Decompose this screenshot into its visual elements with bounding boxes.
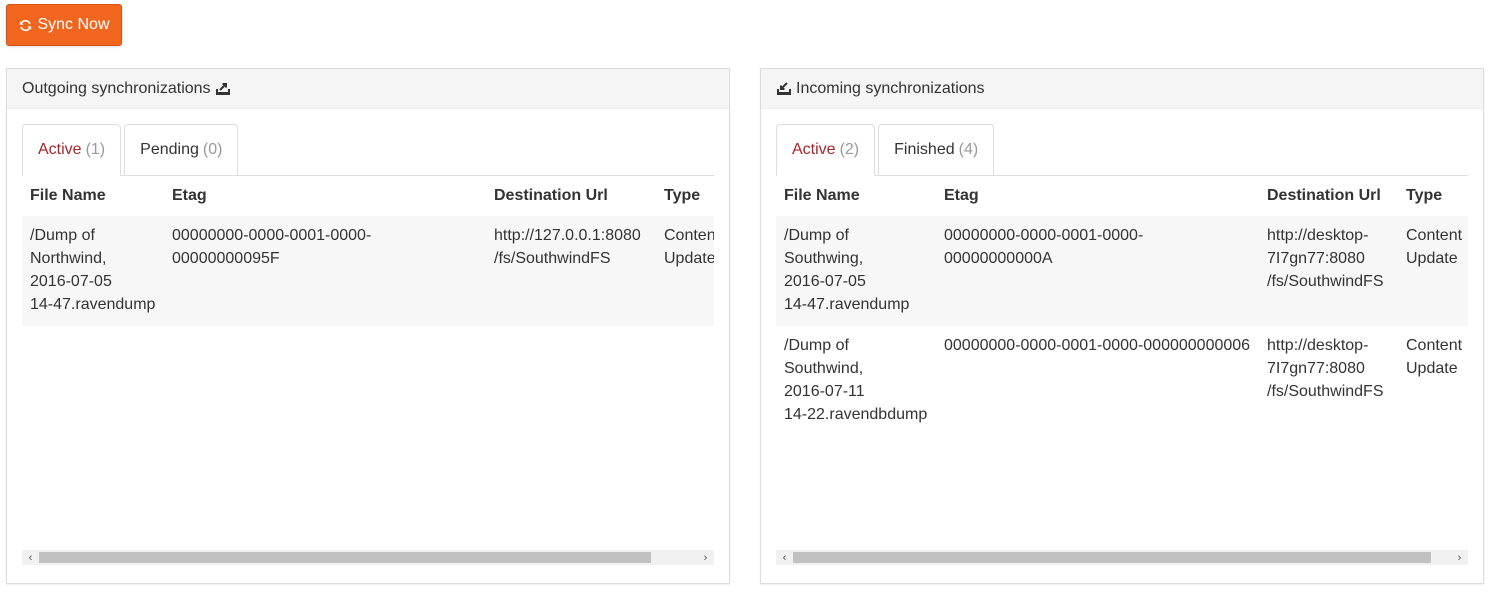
table-header-row: File Name Etag Destination Url Type	[776, 176, 1468, 216]
table-header-row: File Name Etag Destination Url Type	[22, 176, 714, 216]
column-header-destination-url[interactable]: Destination Url	[1259, 176, 1398, 216]
outgoing-table-viewport: File Name Etag Destination Url Type /Dum…	[22, 176, 714, 546]
cell-file-name: /Dump of Northwind, 2016-07-05 14-47.rav…	[22, 216, 164, 326]
table-row[interactable]: /Dump of Southwing, 2016-07-05 14-47.rav…	[776, 216, 1468, 326]
sync-now-label: Sync Now	[37, 16, 110, 33]
scroll-thumb[interactable]	[793, 552, 1432, 563]
cell-file-name: /Dump of Southwing, 2016-07-05 14-47.rav…	[776, 216, 936, 326]
outgoing-panel: Outgoing synchronizations Active (1) Pen…	[6, 68, 730, 584]
tab-outgoing-active[interactable]: Active (1)	[22, 124, 122, 176]
incoming-table-viewport: File Name Etag Destination Url Type /Dum…	[776, 176, 1468, 546]
cell-file-name: /Dump of Southwind, 2016-07-11 14-22.rav…	[784, 337, 928, 423]
cell-etag: 00000000-0000-0001-0000-00000000000A	[936, 216, 1259, 326]
column-header-etag[interactable]: Etag	[164, 176, 486, 216]
column-header-type[interactable]: Type	[1398, 176, 1468, 216]
scroll-track[interactable]	[39, 550, 697, 565]
refresh-icon	[20, 19, 32, 31]
tab-incoming-finished[interactable]: Finished (4)	[878, 124, 995, 175]
download-tray-icon	[777, 81, 791, 95]
column-header-etag[interactable]: Etag	[936, 176, 1259, 216]
tab-count: (0)	[202, 141, 223, 158]
upload-tray-icon	[215, 82, 230, 95]
tab-outgoing-pending[interactable]: Pending (0)	[124, 124, 239, 175]
incoming-title: Incoming synchronizations	[796, 79, 985, 97]
scroll-left-icon[interactable]: ‹	[22, 550, 39, 565]
scroll-thumb[interactable]	[39, 552, 651, 563]
cell-etag: 00000000-0000-0001-0000-000000000006	[944, 337, 1251, 354]
column-header-file-name[interactable]: File Name	[776, 176, 936, 216]
tab-label: Finished	[894, 141, 955, 158]
outgoing-title: Outgoing synchronizations	[22, 79, 211, 97]
tab-count: (2)	[839, 141, 860, 158]
incoming-panel: Incoming synchronizations Active (2) Fin…	[760, 68, 1484, 584]
tab-label: Active	[38, 141, 82, 158]
cell-etag: 00000000-0000-0001-0000-00000000095F	[164, 216, 486, 326]
tab-count: (1)	[85, 141, 106, 158]
tab-count: (4)	[958, 141, 979, 158]
scroll-left-icon[interactable]: ‹	[776, 550, 793, 565]
incoming-tabs: Active (2) Finished (4)	[776, 124, 1468, 176]
cell-destination-url: http://desktop- 7I7gn77:8080 /fs/Southwi…	[1259, 216, 1398, 326]
column-header-type[interactable]: Type	[656, 176, 714, 216]
incoming-horizontal-scrollbar[interactable]: ‹ ›	[776, 550, 1468, 565]
cell-type: Content Update	[656, 216, 714, 326]
scroll-right-icon[interactable]: ›	[1451, 550, 1468, 565]
outgoing-panel-heading: Outgoing synchronizations	[7, 69, 729, 109]
scroll-track[interactable]	[793, 550, 1451, 565]
table-row[interactable]: /Dump of Northwind, 2016-07-05 14-47.rav…	[22, 216, 714, 326]
outgoing-table: File Name Etag Destination Url Type /Dum…	[22, 176, 714, 326]
column-header-file-name[interactable]: File Name	[22, 176, 164, 216]
incoming-panel-heading: Incoming synchronizations	[761, 69, 1483, 109]
cell-type: Content Update	[1398, 216, 1468, 326]
tab-incoming-active[interactable]: Active (2)	[776, 124, 876, 176]
column-header-destination-url[interactable]: Destination Url	[486, 176, 656, 216]
tab-label: Pending	[140, 141, 199, 158]
scroll-right-icon[interactable]: ›	[697, 550, 714, 565]
sync-now-button[interactable]: Sync Now	[6, 4, 122, 46]
cell-destination-url: http://desktop- 7I7gn77:8080 /fs/Southwi…	[1267, 337, 1384, 400]
incoming-table: File Name Etag Destination Url Type /Dum…	[776, 176, 1468, 436]
cell-type: Content Update	[1406, 337, 1463, 377]
table-row[interactable]: /Dump of Southwind, 2016-07-11 14-22.rav…	[776, 326, 1468, 436]
cell-destination-url: http://127.0.0.1:8080 /fs/SouthwindFS	[486, 216, 656, 326]
tab-label: Active	[792, 141, 836, 158]
outgoing-horizontal-scrollbar[interactable]: ‹ ›	[22, 550, 714, 565]
outgoing-tabs: Active (1) Pending (0)	[22, 124, 714, 176]
